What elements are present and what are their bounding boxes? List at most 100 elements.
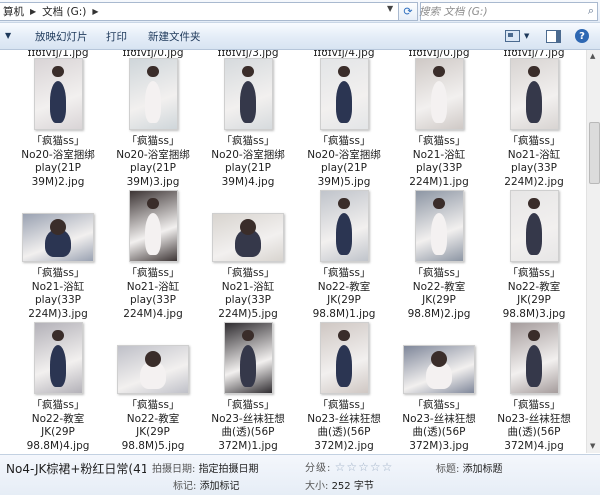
title-value[interactable]: 添加标题 [463,464,503,475]
search-input[interactable]: 搜索 文档 (G:) ⌕ [419,2,598,21]
date-taken-field[interactable]: 拍摄日期: 指定拍摄日期 [152,460,259,475]
change-view-button[interactable]: ▼ [505,27,529,45]
file-item[interactable]: 「疯猫ss」 No21-浴缸 play(33P 224M)2.jpg [488,58,580,189]
file-name-line: JK(29P [41,426,75,438]
image-thumbnail[interactable] [223,58,273,130]
file-name-label[interactable]: 「疯猫ss」 No20-浴室捆绑 play(21P 39M)3.jpg [107,135,199,189]
file-name-line: 曲(透)(56P [221,426,275,438]
vertical-scrollbar[interactable]: ▲ ▼ [586,50,600,453]
file-name-label[interactable]: 「疯猫ss」 No22-教室 JK(29P 98.8M)4.jpg [12,399,104,453]
file-item[interactable]: 「疯猫ss」 No23-丝袜狂想 曲(透)(56P 372M)3.jpg [393,322,485,453]
file-name-label[interactable]: 「疯猫ss」 No22-教室 JK(29P 98.8M)2.jpg [393,267,485,321]
image-thumbnail[interactable] [33,322,83,394]
scroll-down-icon[interactable]: ▼ [590,442,595,450]
file-name-line: 「疯猫ss」 [317,135,371,147]
file-item[interactable]: 「疯猫ss」 No23-丝袜狂想 曲(透)(56P 372M)2.jpg [298,322,390,453]
file-grid[interactable]: ɪɪʊɪvɪj/1.jpg ɪɪʊɪvɪj/0.jpg ɪɪʊɪvɪj/3.jpg ɪ… [0,50,586,453]
file-name-label[interactable]: 「疯猫ss」 No23-丝袜狂想 曲(透)(56P 372M)4.jpg [488,399,580,453]
file-name-label[interactable]: 「疯猫ss」 No23-丝袜狂想 曲(透)(56P 372M)3.jpg [393,399,485,453]
title-field[interactable]: 标题: 添加标题 [436,460,503,475]
breadcrumb[interactable]: 算机 ▶ 文档 (G:) ▶ [0,2,399,21]
file-name-label[interactable]: 「疯猫ss」 No21-浴缸 play(33P 224M)3.jpg [12,267,104,321]
breadcrumb-separator-icon[interactable]: ▶ [27,7,39,16]
file-item[interactable]: 「疯猫ss」 No20-浴室捆绑 play(21P 39M)3.jpg [107,58,199,189]
file-name-label[interactable]: 「疯猫ss」 No20-浴室捆绑 play(21P 39M)5.jpg [298,135,390,189]
file-item[interactable]: 「疯猫ss」 No23-丝袜狂想 曲(透)(56P 372M)1.jpg [202,322,294,453]
image-thumbnail[interactable] [509,190,559,262]
file-name-label[interactable]: 「疯猫ss」 No21-浴缸 play(33P 224M)5.jpg [202,267,294,321]
file-item[interactable]: 「疯猫ss」 No22-教室 JK(29P 98.8M)1.jpg [298,190,390,321]
file-name-label[interactable]: 「疯猫ss」 No21-浴缸 play(33P 224M)2.jpg [488,135,580,189]
view-dropdown-icon[interactable]: ▼ [524,32,529,40]
file-item[interactable]: 「疯猫ss」 No20-浴室捆绑 play(21P 39M)4.jpg [202,58,294,189]
file-name-label[interactable]: 「疯猫ss」 No20-浴室捆绑 play(21P 39M)4.jpg [202,135,294,189]
image-thumbnail[interactable] [128,190,178,262]
image-thumbnail[interactable] [33,58,83,130]
rating-stars-icon[interactable]: ☆☆☆☆☆ [335,460,394,474]
file-name-label[interactable]: 「疯猫ss」 No23-丝袜狂想 曲(透)(56P 372M)2.jpg [298,399,390,453]
image-thumbnail[interactable] [212,213,284,262]
image-thumbnail[interactable] [414,58,464,130]
help-button[interactable]: ? [575,27,589,45]
file-item[interactable]: 「疯猫ss」 No22-教室 JK(29P 98.8M)5.jpg [107,322,199,453]
file-item[interactable]: 「疯猫ss」 No21-浴缸 play(33P 224M)1.jpg [393,58,485,189]
file-item[interactable]: 「疯猫ss」 No22-教室 JK(29P 98.8M)3.jpg [488,190,580,321]
file-name-label[interactable]: 「疯猫ss」 No22-教室 JK(29P 98.8M)1.jpg [298,267,390,321]
image-thumbnail[interactable] [319,58,369,130]
refresh-button[interactable]: ⟳ [398,2,418,21]
thumbnail-figure [525,81,543,124]
file-item[interactable]: 「疯猫ss」 No21-浴缸 play(33P 224M)4.jpg [107,190,199,321]
help-icon: ? [575,29,589,43]
file-name-line: play(21P [224,162,272,174]
image-thumbnail[interactable] [414,190,464,262]
address-dropdown-icon[interactable]: ▼ [387,4,393,13]
image-thumbnail[interactable] [319,322,369,394]
file-name-line: 98.8M)3.jpg [502,307,566,320]
image-thumbnail[interactable] [128,58,178,130]
image-thumbnail[interactable] [319,190,369,262]
rating-field[interactable]: 分级: ☆☆☆☆☆ [305,459,393,474]
breadcrumb-separator-icon[interactable]: ▶ [89,7,101,16]
file-name-line: No21-浴缸 [126,280,180,293]
tags-value[interactable]: 添加标记 [200,481,240,492]
file-item[interactable]: 「疯猫ss」 No21-浴缸 play(33P 224M)5.jpg [202,190,294,321]
file-name-line: 「疯猫ss」 [507,267,561,279]
image-thumbnail[interactable] [509,58,559,130]
file-name-line: 「疯猫ss」 [221,399,275,411]
date-taken-value[interactable]: 指定拍摄日期 [199,464,259,475]
file-item[interactable]: 「疯猫ss」 No20-浴室捆绑 play(21P 39M)5.jpg [298,58,390,189]
file-name-label[interactable]: 「疯猫ss」 No22-教室 JK(29P 98.8M)5.jpg [107,399,199,453]
file-name-label[interactable]: 「疯猫ss」 No21-浴缸 play(33P 224M)1.jpg [393,135,485,189]
thumbnail-figure-head [242,330,254,342]
file-name-line: 372M)4.jpg [504,439,564,452]
tags-field[interactable]: 标记: 添加标记 [173,477,240,492]
file-item[interactable]: 「疯猫ss」 No23-丝袜狂想 曲(透)(56P 372M)4.jpg [488,322,580,453]
scrollbar-thumb[interactable] [589,122,600,184]
file-item[interactable]: 「疯猫ss」 No20-浴室捆绑 play(21P 39M)2.jpg [12,58,104,189]
organize-dropdown-icon[interactable]: ▼ [5,31,11,40]
file-name-line: 39M)5.jpg [317,175,371,188]
image-thumbnail[interactable] [403,345,475,394]
file-name-label[interactable]: 「疯猫ss」 No20-浴室捆绑 play(21P 39M)2.jpg [12,135,104,189]
image-thumbnail[interactable] [117,345,189,394]
file-name-line: 39M)3.jpg [126,175,180,188]
print-button[interactable]: 打印 [106,29,127,44]
image-thumbnail[interactable] [509,322,559,394]
file-name-line: 「疯猫ss」 [31,135,85,147]
file-item[interactable]: 「疯猫ss」 No22-教室 JK(29P 98.8M)4.jpg [12,322,104,453]
image-thumbnail[interactable] [223,322,273,394]
file-item[interactable]: 「疯猫ss」 No21-浴缸 play(33P 224M)3.jpg [12,190,104,321]
new-folder-button[interactable]: 新建文件夹 [148,29,201,44]
file-name-line: 「疯猫ss」 [31,399,85,411]
file-item[interactable]: 「疯猫ss」 No22-教室 JK(29P 98.8M)2.jpg [393,190,485,321]
file-name-label[interactable]: 「疯猫ss」 No23-丝袜狂想 曲(透)(56P 372M)1.jpg [202,399,294,453]
preview-pane-button[interactable] [546,27,561,45]
search-icon[interactable]: ⌕ [588,4,594,18]
file-name-label[interactable]: 「疯猫ss」 No21-浴缸 play(33P 224M)4.jpg [107,267,199,321]
breadcrumb-computer[interactable]: 算机 [0,4,27,19]
file-name-label[interactable]: 「疯猫ss」 No22-教室 JK(29P 98.8M)3.jpg [488,267,580,321]
slideshow-button[interactable]: 放映幻灯片 [35,29,88,44]
breadcrumb-drive[interactable]: 文档 (G:) [39,4,89,19]
scroll-up-icon[interactable]: ▲ [590,52,595,60]
image-thumbnail[interactable] [22,213,94,262]
